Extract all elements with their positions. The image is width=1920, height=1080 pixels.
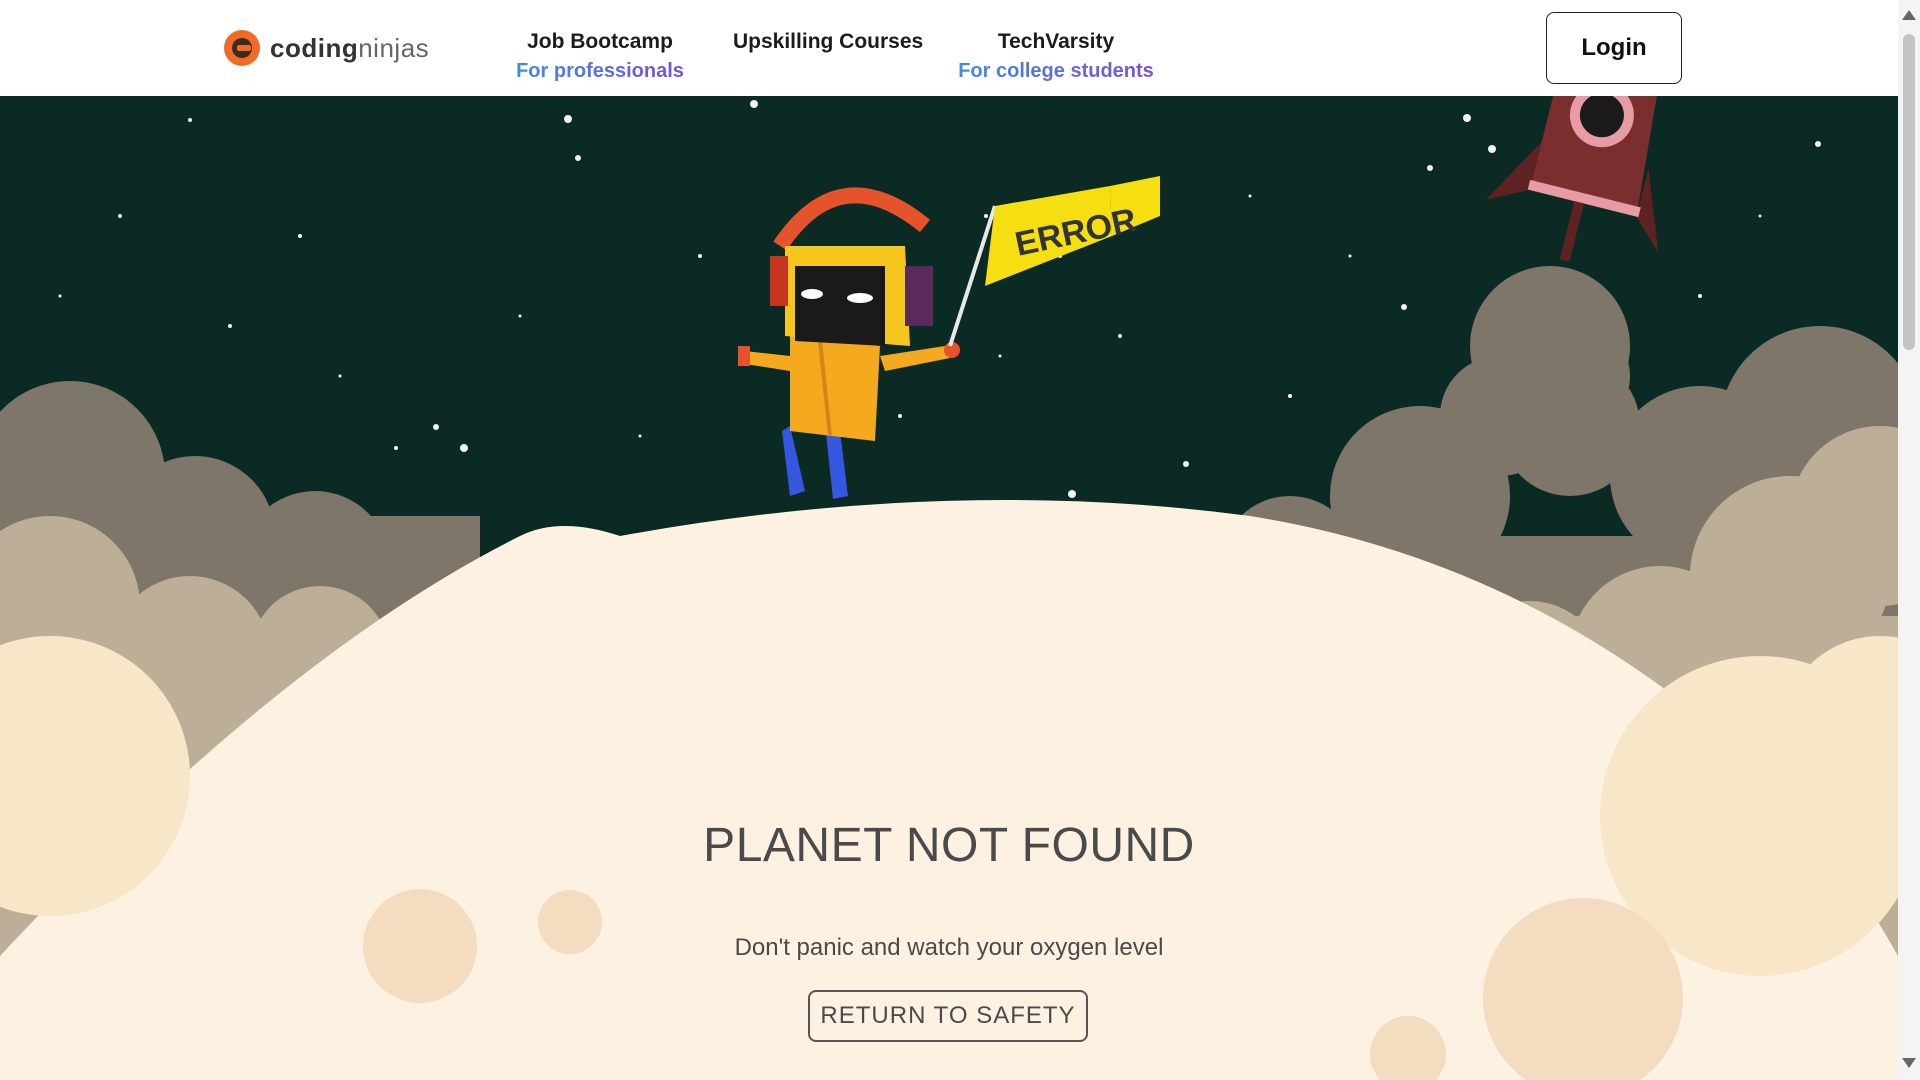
logo-text-ninjas: ninjas: [358, 32, 430, 63]
coding-ninjas-logo-icon: [224, 30, 260, 66]
logo-text-coding: coding: [270, 32, 359, 63]
space-illustration: ERROR: [0, 96, 1898, 1080]
scroll-thumb[interactable]: [1903, 34, 1915, 350]
logo-wordmark: codingninjas: [270, 33, 429, 64]
nav-job-bootcamp[interactable]: Job Bootcamp For professionals: [515, 30, 685, 83]
nav-techvarsity-title: TechVarsity: [997, 30, 1115, 53]
nav-upskilling-courses[interactable]: Upskilling Courses: [733, 30, 923, 54]
scroll-down-arrow-icon[interactable]: [1902, 1058, 1916, 1068]
site-header: codingninjas Job Bootcamp For profession…: [0, 0, 1898, 96]
nav-techvarsity[interactable]: TechVarsity For college students: [956, 30, 1156, 83]
vertical-scrollbar[interactable]: [1898, 0, 1920, 1080]
coding-ninjas-logo[interactable]: codingninjas: [224, 28, 429, 68]
nav-upskilling-courses-title: Upskilling Courses: [733, 30, 924, 53]
nav-job-bootcamp-subtitle: For professionals: [516, 60, 684, 82]
return-to-safety-button[interactable]: RETURN TO SAFETY: [808, 990, 1088, 1042]
nav-job-bootcamp-title: Job Bootcamp: [527, 30, 673, 53]
scroll-up-arrow-icon[interactable]: [1902, 10, 1916, 20]
login-button[interactable]: Login: [1546, 12, 1682, 84]
space-scene: ERROR: [0, 96, 1898, 1080]
nav-techvarsity-subtitle: For college students: [956, 60, 1156, 83]
